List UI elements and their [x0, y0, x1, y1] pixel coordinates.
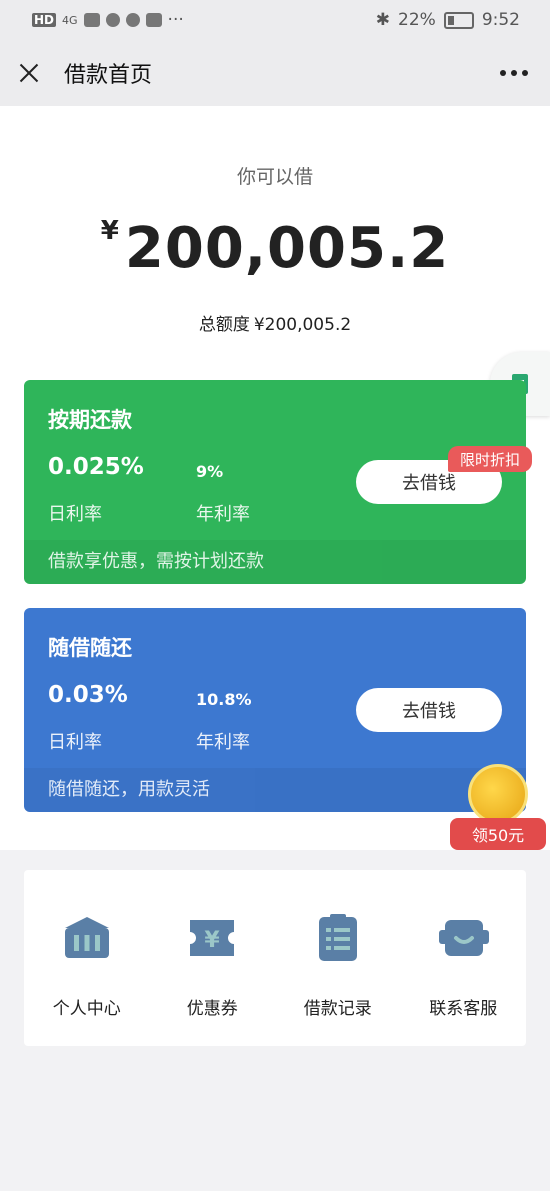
can-borrow-label: 你可以借	[236, 166, 313, 188]
grid-label: 优惠券	[186, 999, 238, 1019]
signal-label: 4G	[62, 13, 78, 27]
status-bar: HD 4G ··· ✱ 22% 9:52	[0, 0, 550, 40]
discount-badge: 限时折扣	[448, 446, 532, 472]
product-card-installment: 按期还款 0.025% 9% 日利率 年利率 去借钱 借款享优惠，需按计划还款	[24, 380, 526, 584]
grid-label: 联系客服	[429, 999, 498, 1019]
chat-icon	[125, 13, 140, 27]
grid-label: 个人中心	[52, 999, 121, 1019]
amount-value: 200,005.2	[124, 216, 450, 281]
bank-icon	[59, 910, 115, 966]
notification-icon	[145, 13, 162, 27]
product-note: 随借随还，用款灵活	[24, 768, 526, 812]
grid-item-customer-service[interactable]: 联系客服	[401, 870, 527, 1046]
grid-item-personal-center[interactable]: 个人中心	[24, 870, 150, 1046]
daily-rate-value: 0.025%	[48, 454, 144, 480]
annual-rate-label: 年利率	[196, 732, 250, 753]
customer-service-icon	[435, 910, 491, 966]
clock: 9:52	[481, 10, 520, 30]
grid-item-loan-records[interactable]: 借款记录	[275, 870, 401, 1046]
product-note: 借款享优惠，需按计划还款	[24, 540, 526, 584]
annual-rate-value: 9%	[196, 462, 224, 481]
bluetooth-icon: ✱	[375, 10, 391, 30]
svg-text:¥: ¥	[205, 928, 221, 953]
battery-percent: 22%	[398, 10, 436, 30]
wifi-icon	[83, 13, 100, 27]
product-title: 随借随还	[48, 636, 132, 660]
more-notifications-icon: ···	[167, 10, 184, 30]
more-menu-icon[interactable]	[500, 70, 528, 76]
gold-coin-icon[interactable]	[468, 764, 528, 824]
app-icon	[105, 13, 120, 27]
coin-promo-label[interactable]: 领50元	[450, 818, 546, 850]
available-amount: ¥200,005.2	[0, 216, 550, 281]
total-limit: 总额度 ¥200,005.2	[0, 310, 550, 335]
battery-icon	[443, 11, 474, 29]
close-icon[interactable]	[16, 60, 42, 86]
daily-rate-label: 日利率	[48, 504, 102, 525]
daily-rate-value: 0.03%	[48, 682, 128, 708]
coupon-icon: ¥	[184, 910, 240, 966]
annual-rate-value: 10.8%	[196, 690, 252, 709]
grid-item-coupon[interactable]: ¥ 优惠券	[150, 870, 276, 1046]
total-limit-label: 总额度	[198, 315, 250, 335]
borrow-button[interactable]: 去借钱	[356, 688, 502, 732]
network-label: HD	[32, 13, 57, 27]
grid-label: 借款记录	[303, 999, 372, 1019]
currency-symbol: ¥	[100, 216, 119, 246]
status-icons-left: HD 4G ···	[32, 10, 184, 30]
product-title: 按期还款	[48, 408, 132, 432]
product-card-flexible: 随借随还 0.03% 10.8% 日利率 年利率 去借钱 随借随还，用款灵活	[24, 608, 526, 812]
loan-summary-area: 你可以借 ¥200,005.2 总额度 ¥200,005.2 按期还款 0.025…	[0, 106, 550, 850]
navigation-bar: 借款首页	[0, 40, 550, 106]
record-icon	[310, 910, 366, 966]
annual-rate-label: 年利率	[196, 504, 250, 525]
page-title: 借款首页	[64, 63, 153, 88]
function-grid: 个人中心 ¥ 优惠券 借款记录 联系客服	[24, 870, 526, 1046]
total-limit-value: ¥200,005.2	[253, 315, 352, 335]
daily-rate-label: 日利率	[48, 732, 102, 753]
status-icons-right: ✱ 22% 9:52	[376, 10, 520, 30]
